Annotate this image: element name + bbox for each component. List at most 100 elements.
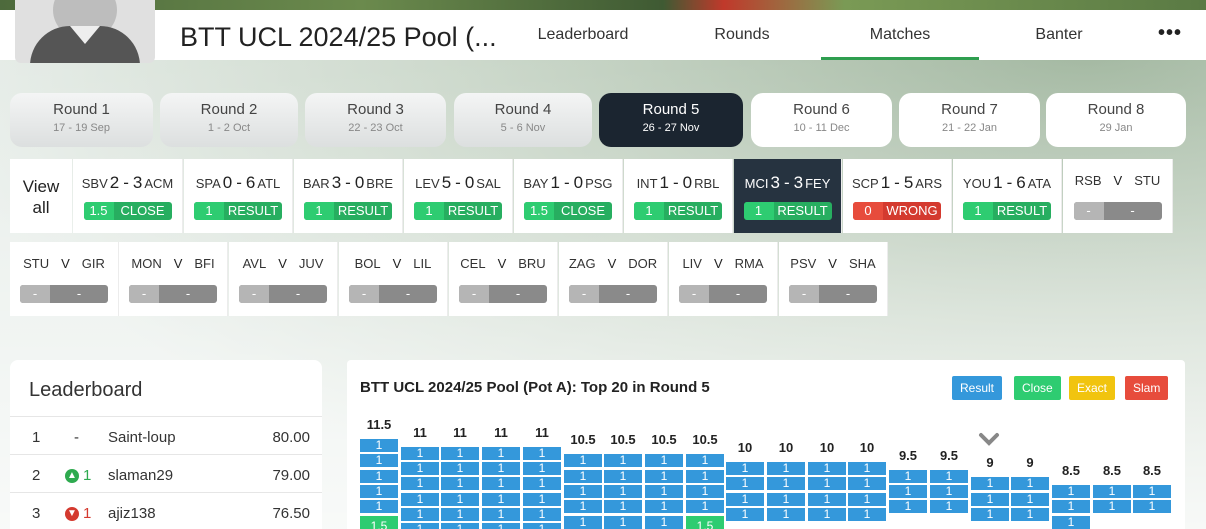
bar-segment[interactable]: 1 <box>360 485 398 498</box>
bar-segment[interactable]: 1 <box>848 462 886 475</box>
bar-segment[interactable]: 1 <box>482 462 520 475</box>
match-card[interactable]: ZAG V DOR - - <box>559 242 668 316</box>
bar-segment[interactable]: 1 <box>441 477 479 490</box>
bar-segment[interactable]: 1 <box>686 470 724 483</box>
round-tab-3[interactable]: Round 3 22 - 23 Oct <box>305 93 446 147</box>
bar-segment[interactable]: 1 <box>889 485 927 498</box>
bar-segment[interactable]: 1 <box>971 493 1009 506</box>
bar-segment[interactable]: 1 <box>360 454 398 467</box>
bar-segment[interactable]: 1 <box>441 447 479 460</box>
round-tab-6[interactable]: Round 6 10 - 11 Dec <box>751 93 892 147</box>
bar-segment[interactable]: 1 <box>889 500 927 513</box>
bar-segment[interactable]: 1 <box>645 485 683 498</box>
bar-segment[interactable]: 1 <box>482 493 520 506</box>
match-card[interactable]: AVL V JUV - - <box>229 242 338 316</box>
bar-segment[interactable]: 1 <box>1052 500 1090 513</box>
bar-segment[interactable]: 1 <box>971 508 1009 521</box>
leaderboard-row[interactable]: 3 ▼ 1 ajiz138 76.50 <box>10 492 322 529</box>
round-tab-8[interactable]: Round 8 29 Jan <box>1046 93 1186 147</box>
bar-segment[interactable]: 1 <box>808 508 846 521</box>
bar-segment[interactable]: 1 <box>767 493 805 506</box>
bar-segment[interactable]: 1 <box>645 470 683 483</box>
match-card[interactable]: SBV 2-3 ACM 1.5 CLOSE <box>73 159 183 233</box>
match-card[interactable]: BOL V LIL - - <box>339 242 448 316</box>
bar-segment[interactable]: 1 <box>1052 485 1090 498</box>
bar-segment[interactable]: 1 <box>401 523 439 529</box>
round-tab-7[interactable]: Round 7 21 - 22 Jan <box>899 93 1040 147</box>
match-card[interactable]: LEV 5-0 SAL 1 RESULT <box>404 159 513 233</box>
bar-segment[interactable]: 1 <box>971 477 1009 490</box>
bar-segment[interactable]: 1 <box>686 454 724 467</box>
bar-segment[interactable]: 1 <box>523 477 561 490</box>
round-tab-1[interactable]: Round 1 17 - 19 Sep <box>10 93 153 147</box>
legend-close-button[interactable]: Close <box>1014 376 1061 400</box>
round-tab-5[interactable]: Round 5 26 - 27 Nov <box>599 93 743 147</box>
bar-segment[interactable]: 1 <box>1133 500 1171 513</box>
bar-segment[interactable]: 1 <box>1011 477 1049 490</box>
more-menu-icon[interactable]: ••• <box>1158 22 1182 45</box>
bar-segment[interactable]: 1 <box>360 439 398 452</box>
bar-segment[interactable]: 1.5 <box>360 516 398 529</box>
match-card[interactable]: BAY 1-0 PSG 1.5 CLOSE <box>514 159 623 233</box>
bar-segment[interactable]: 1 <box>848 508 886 521</box>
bar-segment[interactable]: 1 <box>441 508 479 521</box>
tab-matches[interactable]: Matches <box>821 10 979 60</box>
match-card[interactable]: INT 1-0 RBL 1 RESULT <box>624 159 733 233</box>
bar-segment[interactable]: 1 <box>523 523 561 529</box>
bar-segment[interactable]: 1 <box>1093 485 1131 498</box>
bar-segment[interactable]: 1 <box>564 485 602 498</box>
bar-segment[interactable]: 1 <box>604 454 642 467</box>
bar-segment[interactable]: 1 <box>604 485 642 498</box>
bar-segment[interactable]: 1 <box>360 500 398 513</box>
match-card[interactable]: MCI 3-3 FEY 1 RESULT <box>734 159 842 233</box>
bar-segment[interactable]: 1 <box>889 470 927 483</box>
bar-segment[interactable]: 1.5 <box>686 516 724 529</box>
match-card[interactable]: MON V BFI - - <box>119 242 228 316</box>
bar-segment[interactable]: 1 <box>441 462 479 475</box>
match-card[interactable]: RSB V STU - - <box>1063 159 1173 233</box>
bar-segment[interactable]: 1 <box>767 508 805 521</box>
bar-segment[interactable]: 1 <box>523 493 561 506</box>
bar-segment[interactable]: 1 <box>401 477 439 490</box>
bar-segment[interactable]: 1 <box>1093 500 1131 513</box>
avatar[interactable] <box>15 0 155 63</box>
match-card[interactable]: PSV V SHA - - <box>779 242 888 316</box>
bar-segment[interactable]: 1 <box>360 470 398 483</box>
match-card[interactable]: STU V GIR - - <box>10 242 119 316</box>
bar-segment[interactable]: 1 <box>1052 516 1090 529</box>
bar-segment[interactable]: 1 <box>482 447 520 460</box>
bar-segment[interactable]: 1 <box>848 493 886 506</box>
chevron-down-icon[interactable] <box>978 430 1000 448</box>
bar-segment[interactable]: 1 <box>808 477 846 490</box>
bar-segment[interactable]: 1 <box>523 447 561 460</box>
bar-segment[interactable]: 1 <box>441 493 479 506</box>
legend-exact-button[interactable]: Exact <box>1069 376 1116 400</box>
match-card[interactable]: YOU 1-6 ATA 1 RESULT <box>953 159 1062 233</box>
view-all-button[interactable]: View all <box>10 159 72 233</box>
bar-segment[interactable]: 1 <box>1011 508 1049 521</box>
legend-slam-button[interactable]: Slam <box>1125 376 1169 400</box>
leaderboard-row[interactable]: 1 - Saint-loup 80.00 <box>10 416 322 454</box>
bar-segment[interactable]: 1 <box>401 508 439 521</box>
match-card[interactable]: SCP 1-5 ARS 0 WRONG <box>843 159 952 233</box>
leaderboard-row[interactable]: 2 ▲ 1 slaman29 79.00 <box>10 454 322 492</box>
bar-segment[interactable]: 1 <box>930 485 968 498</box>
tab-banter[interactable]: Banter <box>980 10 1138 60</box>
match-card[interactable]: BAR 3-0 BRE 1 RESULT <box>294 159 403 233</box>
bar-segment[interactable]: 1 <box>848 477 886 490</box>
bar-segment[interactable]: 1 <box>441 523 479 529</box>
bar-segment[interactable]: 1 <box>767 477 805 490</box>
bar-segment[interactable]: 1 <box>930 500 968 513</box>
bar-segment[interactable]: 1 <box>645 516 683 529</box>
bar-segment[interactable]: 1 <box>1011 493 1049 506</box>
bar-segment[interactable]: 1 <box>686 500 724 513</box>
bar-segment[interactable]: 1 <box>604 516 642 529</box>
bar-segment[interactable]: 1 <box>686 485 724 498</box>
bar-segment[interactable]: 1 <box>482 523 520 529</box>
bar-segment[interactable]: 1 <box>726 462 764 475</box>
bar-segment[interactable]: 1 <box>523 462 561 475</box>
match-card[interactable]: SPA 0-6 ATL 1 RESULT <box>184 159 293 233</box>
bar-segment[interactable]: 1 <box>808 493 846 506</box>
bar-segment[interactable]: 1 <box>726 508 764 521</box>
match-card[interactable]: LIV V RMA - - <box>669 242 778 316</box>
